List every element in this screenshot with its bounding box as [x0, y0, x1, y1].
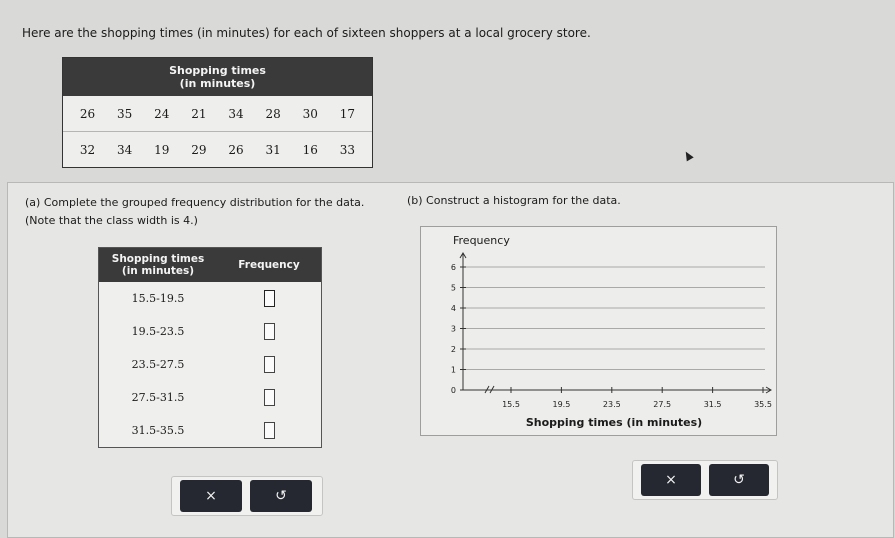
x-tick-label: 35.5 — [754, 400, 772, 409]
frequency-input-1[interactable] — [263, 290, 275, 307]
x-tick-label: 31.5 — [704, 400, 722, 409]
y-tick-label: 3 — [451, 325, 456, 334]
part-b-button-group: × ↺ — [632, 460, 778, 500]
data-cell: 26 — [79, 106, 96, 121]
part-a-instructions: (a) Complete the grouped frequency distr… — [25, 196, 365, 227]
frequency-input-4[interactable] — [263, 389, 275, 406]
data-cell: 35 — [117, 106, 133, 121]
data-cell: 24 — [154, 106, 170, 121]
frequency-input-5[interactable] — [263, 422, 275, 439]
table-row: 15.5-19.5 — [99, 282, 321, 315]
x-tick-label: 19.5 — [552, 400, 570, 409]
frequency-column-header: Frequency — [238, 259, 300, 271]
data-cell: 34 — [228, 106, 244, 121]
x-tick-label: 23.5 — [603, 400, 621, 409]
data-cell: 19 — [154, 142, 170, 157]
shopping-times-header: Shopping times (in minutes) — [63, 58, 372, 96]
table-row: 31.5-35.5 — [99, 414, 321, 447]
y-axis-label: Frequency — [453, 234, 510, 247]
y-tick-label: 4 — [451, 304, 456, 313]
table-row: 19.5-23.5 — [99, 315, 321, 348]
data-cell: 29 — [191, 142, 207, 157]
shopping-times-table: Shopping times (in minutes) 26 35 24 21 … — [62, 57, 373, 168]
y-tick-label: 1 — [451, 366, 456, 375]
y-tick-label: 0 — [451, 386, 456, 395]
part-a-button-group: × ↺ — [171, 476, 323, 516]
y-tick-label: 6 — [451, 263, 456, 272]
data-cell: 30 — [302, 106, 318, 121]
data-cell: 31 — [265, 142, 281, 157]
y-tick-label: 5 — [451, 284, 456, 293]
data-cell: 34 — [117, 142, 133, 157]
data-cell: 16 — [302, 142, 318, 157]
data-cell: 28 — [265, 106, 281, 121]
x-tick-label: 15.5 — [502, 400, 520, 409]
y-tick-label: 2 — [451, 345, 456, 354]
class-label: 19.5-23.5 — [131, 325, 185, 338]
class-label: 23.5-27.5 — [131, 358, 185, 371]
table-row: 23.5-27.5 — [99, 348, 321, 381]
frequency-table-header: Shopping times (in minutes) Frequency — [99, 248, 321, 282]
data-row-1: 26 35 24 21 34 28 30 17 — [63, 96, 372, 131]
data-cell: 33 — [339, 142, 356, 157]
part-b-instructions: (b) Construct a histogram for the data. — [407, 194, 621, 207]
histogram-chart[interactable]: 0 1 2 3 4 5 6 15.5 19.5 23.5 27.5 31.5 35.5 Frequen… — [421, 227, 776, 435]
data-cell: 17 — [339, 106, 356, 121]
data-cell: 21 — [191, 106, 207, 121]
x-axis-label: Shopping times (in minutes) — [526, 416, 702, 429]
table-row: 27.5-31.5 — [99, 381, 321, 414]
histogram-canvas[interactable]: 0 1 2 3 4 5 6 15.5 19.5 23.5 27.5 31.5 35.5 Frequen… — [420, 226, 777, 436]
data-row-2: 32 34 19 29 26 31 16 33 — [63, 131, 372, 167]
question-intro: Here are the shopping times (in minutes)… — [22, 26, 591, 40]
class-label: 15.5-19.5 — [131, 292, 185, 305]
class-label: 31.5-35.5 — [131, 424, 185, 437]
frequency-input-3[interactable] — [263, 356, 275, 373]
undo-button-a[interactable]: ↺ — [250, 480, 312, 512]
data-cell: 26 — [228, 142, 244, 157]
class-label: 27.5-31.5 — [131, 391, 185, 404]
clear-button-b[interactable]: × — [641, 464, 701, 496]
x-tick-label: 27.5 — [653, 400, 671, 409]
frequency-table: Shopping times (in minutes) Frequency 15… — [98, 247, 322, 448]
clear-button-a[interactable]: × — [180, 480, 242, 512]
frequency-input-2[interactable] — [263, 323, 275, 340]
mouse-cursor-icon — [682, 149, 694, 162]
undo-button-b[interactable]: ↺ — [709, 464, 769, 496]
data-cell: 32 — [79, 142, 96, 157]
